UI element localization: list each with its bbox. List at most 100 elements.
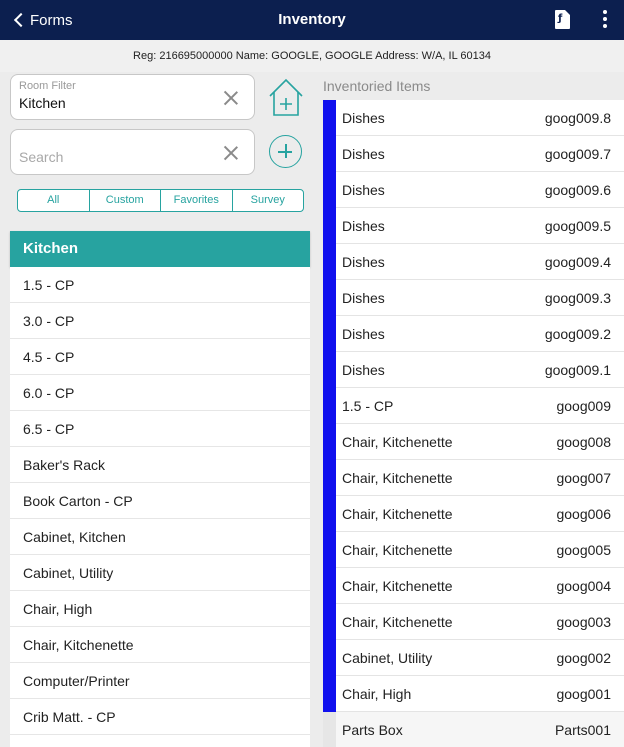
search-input[interactable]: [19, 143, 209, 171]
item-name: Chair, Kitchenette: [342, 434, 453, 450]
item-marker: [323, 316, 336, 352]
item-name: Dishes: [342, 326, 385, 342]
item-code: goog009: [556, 398, 611, 414]
list-item[interactable]: Computer/Printer: [10, 663, 310, 699]
list-item[interactable]: Dish Pack - CP: [10, 735, 310, 747]
item-code: goog009.3: [544, 290, 611, 306]
item-name: Chair, High: [342, 686, 412, 702]
list-item[interactable]: Chair, Kitchenette: [10, 627, 310, 663]
list-item[interactable]: 4.5 - CP: [10, 339, 310, 375]
table-row[interactable]: Chair, Kitchenette goog004: [323, 568, 624, 604]
table-row[interactable]: Chair, Kitchenette goog007: [323, 460, 624, 496]
item-name: Cabinet, Utility: [342, 650, 433, 666]
top-navigation-bar: Forms Inventory ƒ: [0, 0, 624, 40]
item-name: Dishes: [342, 290, 385, 306]
more-options-icon[interactable]: [598, 10, 612, 30]
table-row[interactable]: Chair, Kitchenette goog006: [323, 496, 624, 532]
item-code: goog008: [556, 434, 611, 450]
item-marker: [323, 712, 336, 747]
table-row[interactable]: Dishes goog009.4: [323, 244, 624, 280]
item-code: goog003: [556, 614, 611, 630]
table-row[interactable]: Dishes goog009.5: [323, 208, 624, 244]
item-code: goog007: [556, 470, 611, 486]
item-marker: [323, 208, 336, 244]
item-code: goog009.2: [544, 326, 611, 342]
item-name: Chair, Kitchenette: [342, 578, 453, 594]
page-title: Inventory: [278, 11, 346, 28]
list-item[interactable]: Chair, High: [10, 591, 310, 627]
document-mark-icon: ƒ: [558, 13, 563, 24]
table-row[interactable]: Dishes goog009.1: [323, 352, 624, 388]
list-item[interactable]: Book Carton - CP: [10, 483, 310, 519]
tab-favorites[interactable]: Favorites: [161, 190, 233, 211]
item-name: Chair, Kitchenette: [342, 470, 453, 486]
list-item[interactable]: Cabinet, Utility: [10, 555, 310, 591]
inventoried-items-list: Dishes goog009.8 Dishes goog009.7 Dishes go…: [323, 100, 624, 747]
table-row[interactable]: Chair, High goog001: [323, 676, 624, 712]
item-name: Dishes: [342, 146, 385, 162]
item-name: Parts Box: [342, 722, 403, 738]
item-code: goog009.7: [544, 146, 611, 162]
room-filter-value[interactable]: Kitchen: [19, 95, 66, 111]
table-row[interactable]: Dishes goog009.3: [323, 280, 624, 316]
list-item[interactable]: Cabinet, Kitchen: [10, 519, 310, 555]
list-item[interactable]: Crib Matt. - CP: [10, 699, 310, 735]
back-button[interactable]: Forms: [12, 0, 73, 40]
filter-segmented-control: All Custom Favorites Survey: [17, 189, 304, 212]
item-name: 1.5 - CP: [342, 398, 394, 414]
item-marker: [323, 460, 336, 496]
item-marker: [323, 568, 336, 604]
item-name: Dishes: [342, 362, 385, 378]
item-marker: [323, 388, 336, 424]
search-field[interactable]: [10, 129, 255, 175]
add-item-button[interactable]: [269, 135, 302, 168]
tab-survey[interactable]: Survey: [233, 190, 304, 211]
table-row[interactable]: Chair, Kitchenette goog008: [323, 424, 624, 460]
list-item[interactable]: 6.5 - CP: [10, 411, 310, 447]
table-row[interactable]: Parts Box Parts001: [323, 712, 624, 747]
chevron-left-icon: [13, 12, 29, 28]
item-marker: [323, 532, 336, 568]
table-row[interactable]: Dishes goog009.6: [323, 172, 624, 208]
item-name: Chair, Kitchenette: [342, 542, 453, 558]
item-marker: [323, 676, 336, 712]
table-row[interactable]: 1.5 - CP goog009: [323, 388, 624, 424]
item-name: Dishes: [342, 110, 385, 126]
house-plus-icon: [269, 78, 303, 116]
table-row[interactable]: Dishes goog009.8: [323, 100, 624, 136]
item-code: goog009.4: [544, 254, 611, 270]
item-marker: [323, 424, 336, 460]
clear-search-icon[interactable]: [222, 144, 240, 162]
clear-room-filter-icon[interactable]: [222, 89, 240, 107]
item-code: goog005: [556, 542, 611, 558]
item-name: Dishes: [342, 254, 385, 270]
room-filter-label: Room Filter: [19, 80, 76, 92]
tab-all[interactable]: All: [18, 190, 90, 211]
item-code: goog001: [556, 686, 611, 702]
inventoried-items-heading: Inventoried Items: [323, 78, 431, 94]
list-item[interactable]: 3.0 - CP: [10, 303, 310, 339]
item-marker: [323, 604, 336, 640]
room-filter-field[interactable]: Room Filter Kitchen: [10, 74, 255, 120]
list-item[interactable]: Baker's Rack: [10, 447, 310, 483]
item-marker: [323, 352, 336, 388]
item-code: goog002: [556, 650, 611, 666]
back-label: Forms: [30, 11, 73, 29]
table-row[interactable]: Chair, Kitchenette goog005: [323, 532, 624, 568]
item-name: Dishes: [342, 182, 385, 198]
add-room-button[interactable]: [268, 77, 304, 117]
category-header: Kitchen: [10, 231, 310, 267]
item-marker: [323, 244, 336, 280]
document-icon[interactable]: ƒ: [555, 10, 570, 29]
table-row[interactable]: Dishes goog009.7: [323, 136, 624, 172]
list-item[interactable]: 1.5 - CP: [10, 267, 310, 303]
tab-custom[interactable]: Custom: [90, 190, 161, 211]
item-code: Parts001: [554, 722, 611, 738]
table-row[interactable]: Dishes goog009.2: [323, 316, 624, 352]
item-code: goog009.8: [544, 110, 611, 126]
table-row[interactable]: Chair, Kitchenette goog003: [323, 604, 624, 640]
table-row[interactable]: Cabinet, Utility goog002: [323, 640, 624, 676]
list-item[interactable]: 6.0 - CP: [10, 375, 310, 411]
registration-info: Reg: 216695000000 Name: GOOGLE, GOOGLE A…: [0, 40, 624, 72]
item-name: Chair, Kitchenette: [342, 614, 453, 630]
